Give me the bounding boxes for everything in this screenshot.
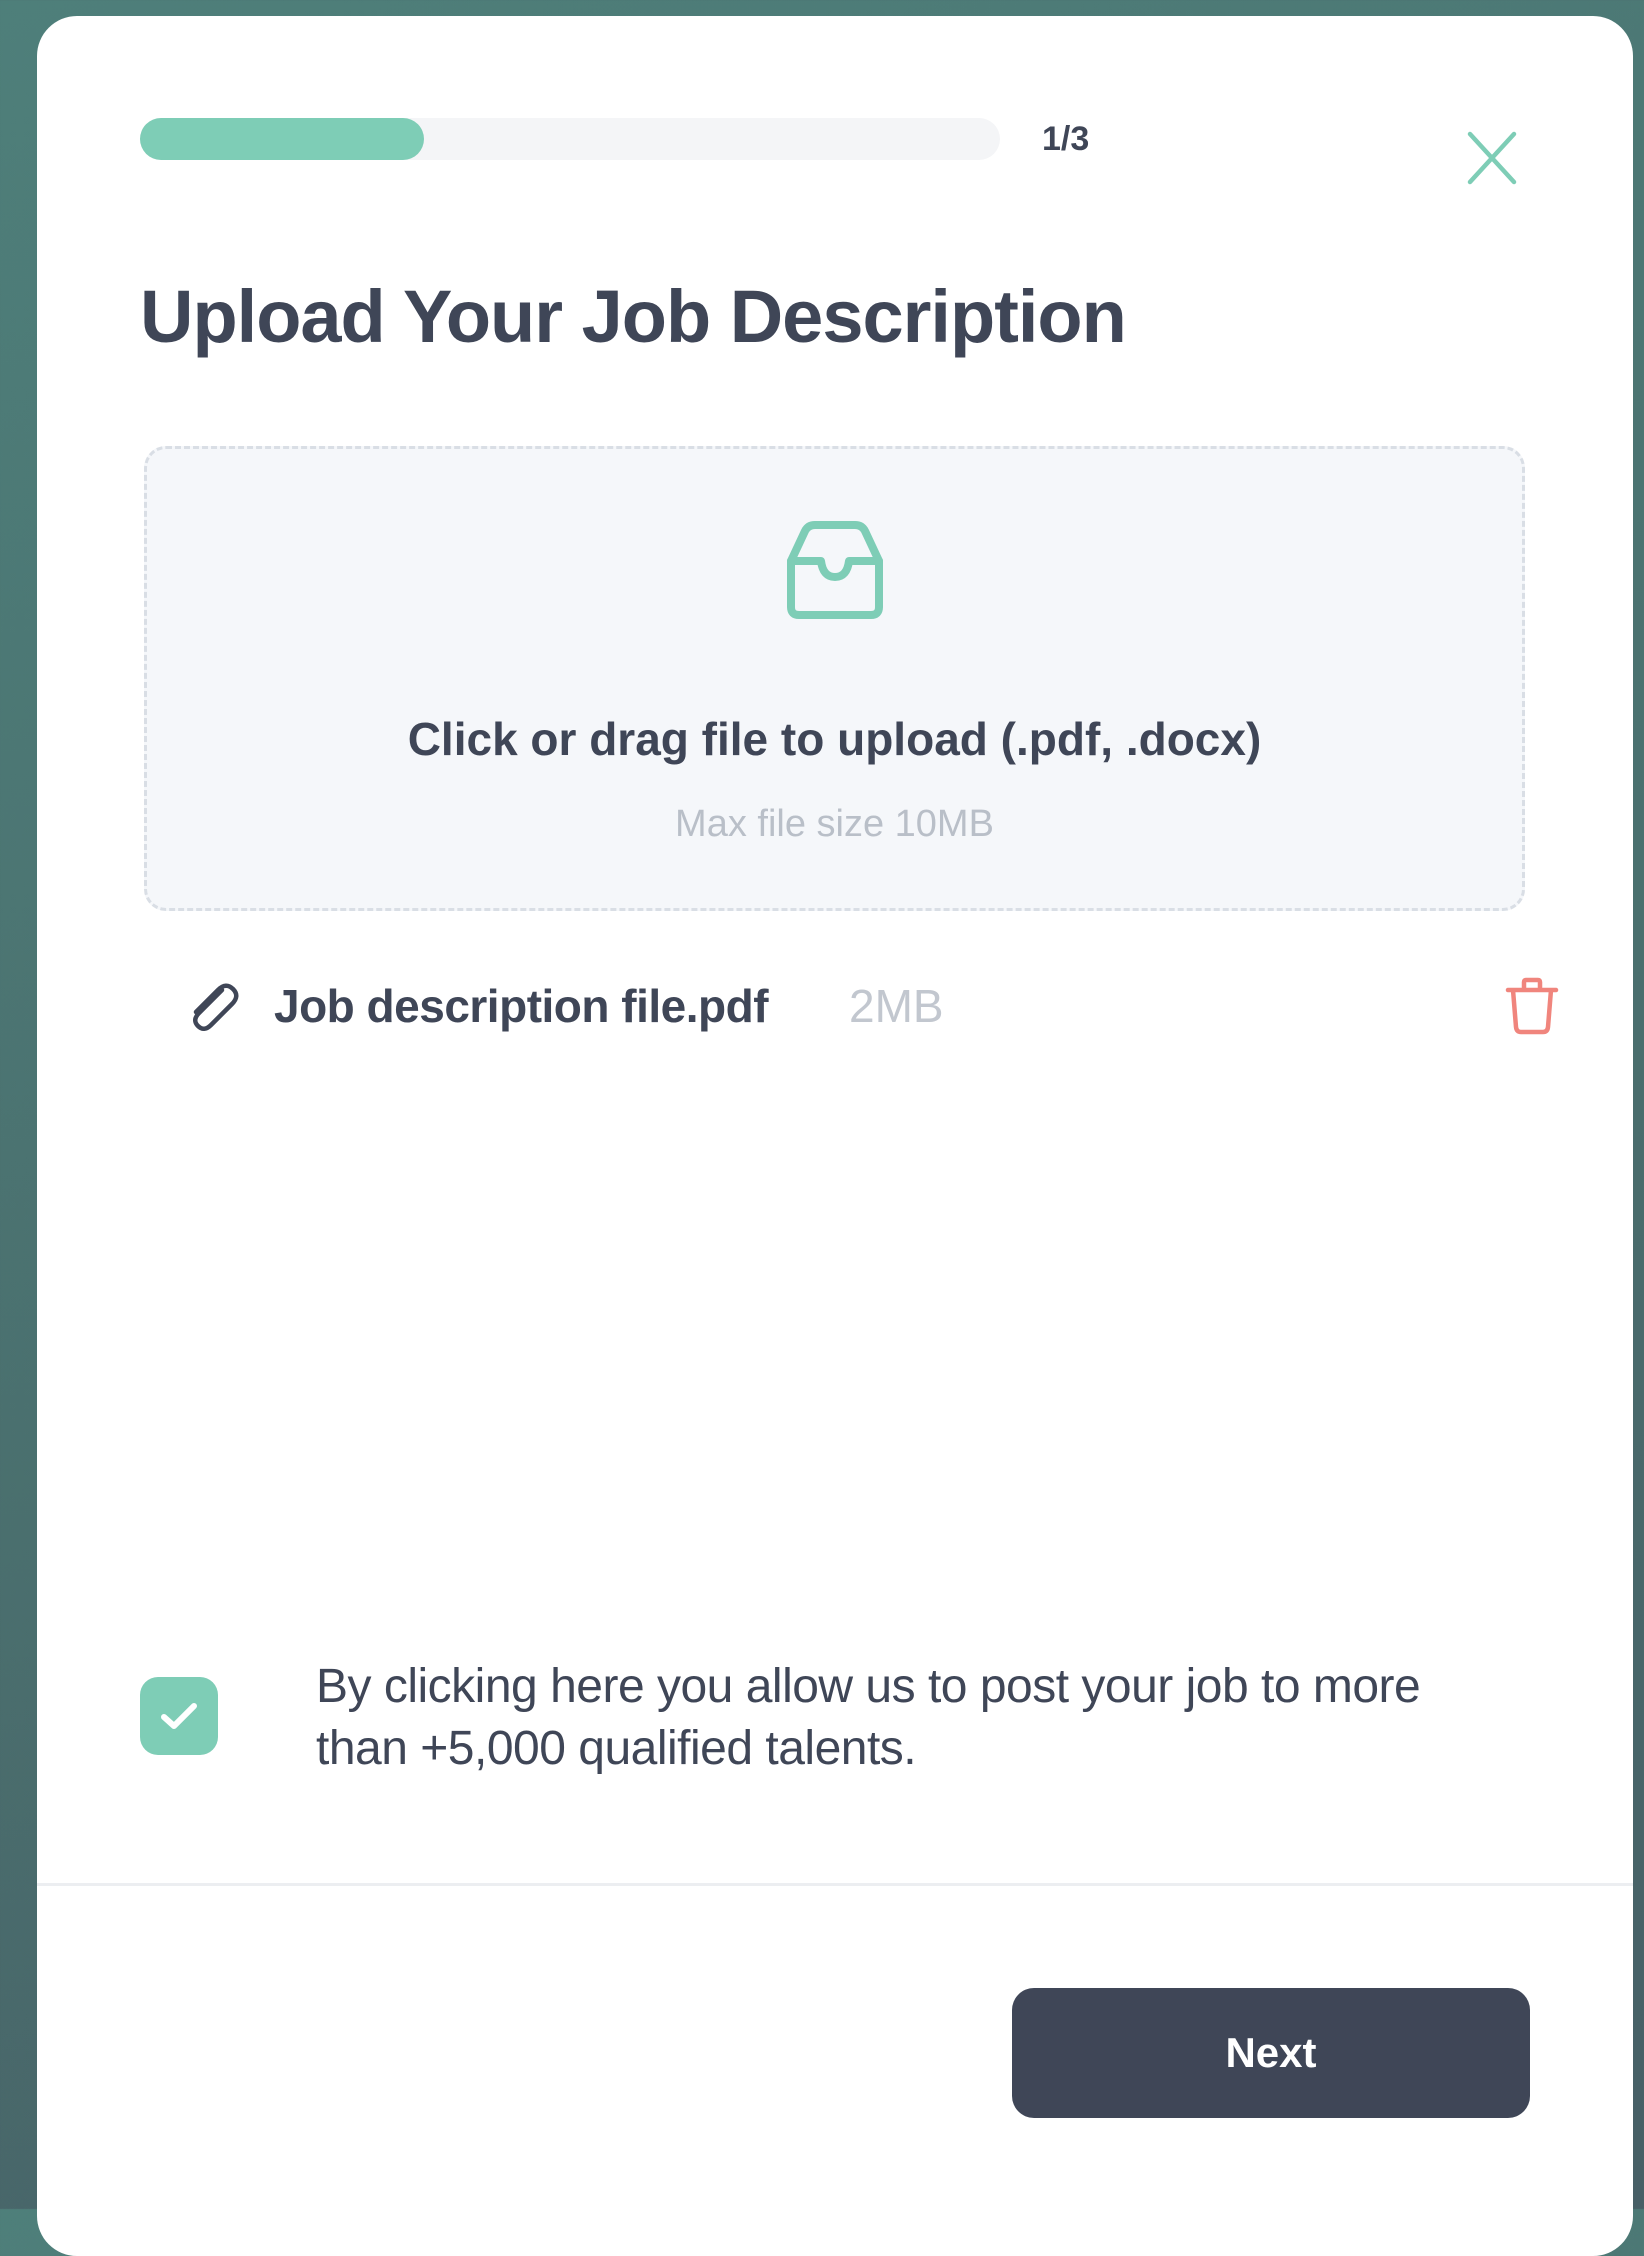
upload-modal: 1/3 Upload Your Job Description Click or… <box>37 16 1633 2256</box>
file-name: Job description file.pdf <box>274 980 769 1032</box>
delete-file-button[interactable] <box>1499 973 1565 1039</box>
file-size: 2MB <box>849 980 944 1032</box>
consent-text: By clicking here you allow us to post yo… <box>316 1660 1421 1775</box>
trash-icon <box>1505 977 1559 1035</box>
step-counter: 1/3 <box>1042 120 1090 158</box>
progress-fill <box>140 118 424 160</box>
progress-bar <box>140 118 1000 160</box>
paperclip-icon <box>193 983 239 1031</box>
footer-divider <box>37 1883 1633 1886</box>
close-button[interactable] <box>1454 120 1530 196</box>
uploaded-file-item: Job description file.pdf 2MB <box>140 966 1560 1046</box>
close-icon <box>1467 131 1517 185</box>
dropzone-hint: Max file size 10MB <box>675 803 994 845</box>
next-button[interactable]: Next <box>1012 1988 1530 2118</box>
checkmark-icon <box>161 1703 197 1729</box>
page-title: Upload Your Job Description <box>140 275 1127 358</box>
consent-checkbox[interactable] <box>140 1677 218 1755</box>
inbox-icon <box>787 521 883 619</box>
dropzone-title: Click or drag file to upload (.pdf, .doc… <box>407 713 1262 765</box>
file-dropzone[interactable]: Click or drag file to upload (.pdf, .doc… <box>144 446 1525 911</box>
